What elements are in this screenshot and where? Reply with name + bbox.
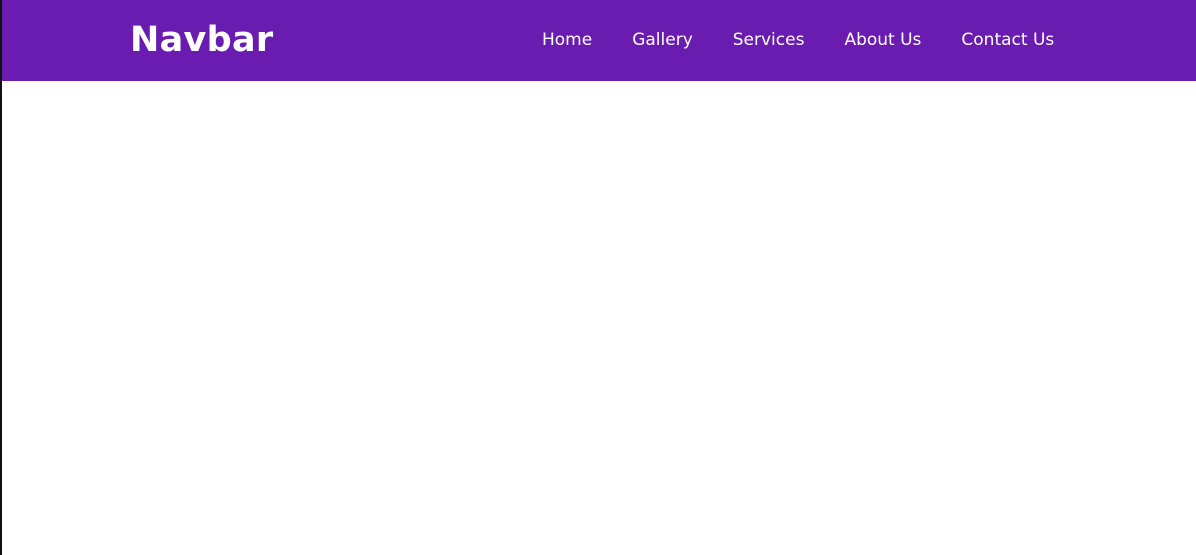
nav-link-gallery[interactable]: Gallery [632, 30, 693, 50]
navbar: Navbar Home Gallery Services About Us Co… [2, 0, 1196, 81]
navbar-brand[interactable]: Navbar [130, 19, 273, 61]
page: Navbar Home Gallery Services About Us Co… [0, 0, 1196, 555]
nav-link-home[interactable]: Home [542, 30, 592, 50]
main-content-area [2, 81, 1196, 555]
nav-link-services[interactable]: Services [733, 30, 805, 50]
nav-link-about-us[interactable]: About Us [844, 30, 921, 50]
nav-links: Home Gallery Services About Us Contact U… [542, 28, 1054, 52]
nav-link-contact-us[interactable]: Contact Us [961, 30, 1054, 50]
